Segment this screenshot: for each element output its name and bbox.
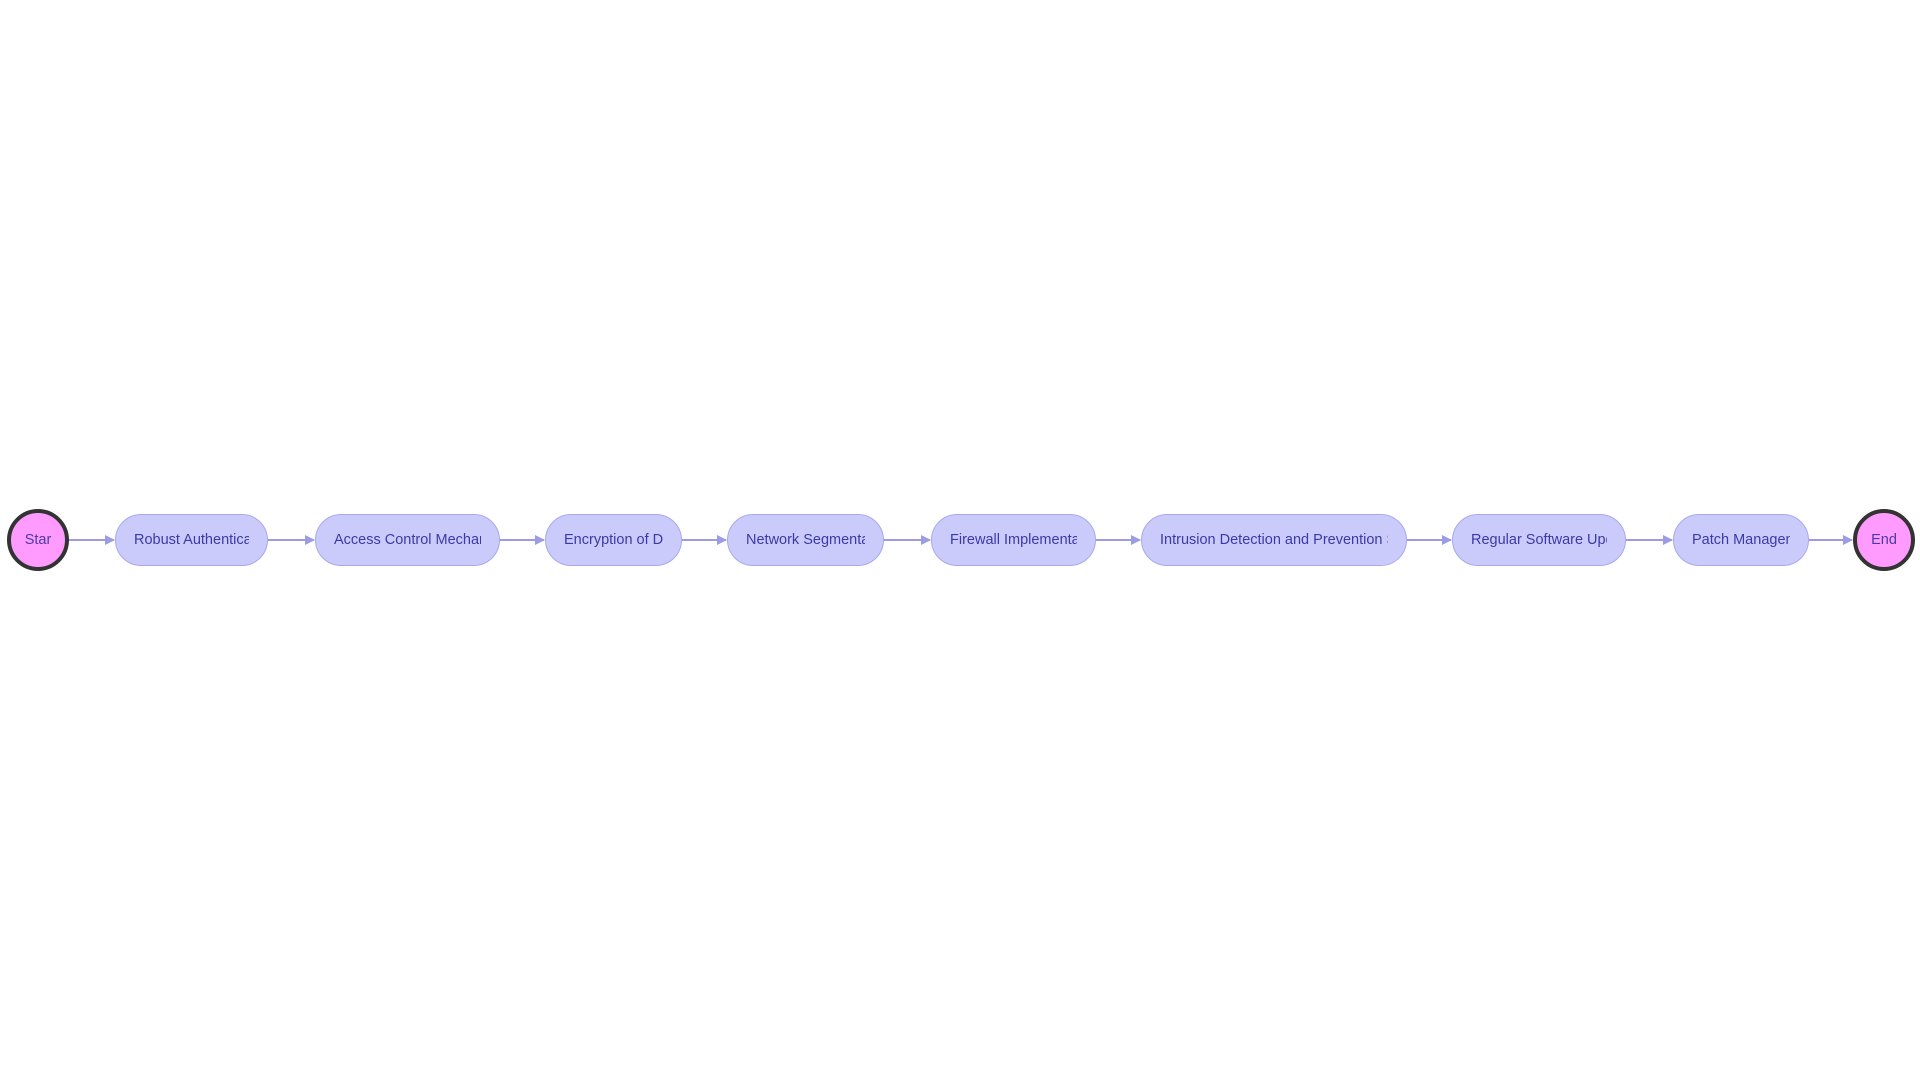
step-node-encryption[interactable]: Encryption of Dat (545, 514, 682, 566)
step-node-software-updates[interactable]: Regular Software Upda (1452, 514, 1626, 566)
step-label: Firewall Implementatic (950, 532, 1077, 548)
step-label: Network Segmentat (746, 532, 865, 548)
step-label: Encryption of Dat (564, 532, 663, 548)
step-label: Intrusion Detection and Prevention Sys (1160, 532, 1388, 548)
step-node-robust-authentication[interactable]: Robust Authenticat (115, 514, 268, 566)
step-node-firewall[interactable]: Firewall Implementatic (931, 514, 1096, 566)
step-node-intrusion-detection[interactable]: Intrusion Detection and Prevention Sys (1141, 514, 1407, 566)
step-label: Patch Manageme (1692, 532, 1790, 548)
end-node[interactable]: End (1853, 509, 1915, 571)
step-label: Regular Software Upda (1471, 532, 1607, 548)
end-label: End (1871, 532, 1897, 548)
start-node[interactable]: Star (7, 509, 69, 571)
step-node-network-segmentation[interactable]: Network Segmentat (727, 514, 884, 566)
step-label: Access Control Mechanis (334, 532, 481, 548)
step-label: Robust Authenticat (134, 532, 249, 548)
step-node-patch-management[interactable]: Patch Manageme (1673, 514, 1809, 566)
step-node-access-control[interactable]: Access Control Mechanis (315, 514, 500, 566)
start-label: Star (24, 532, 52, 548)
